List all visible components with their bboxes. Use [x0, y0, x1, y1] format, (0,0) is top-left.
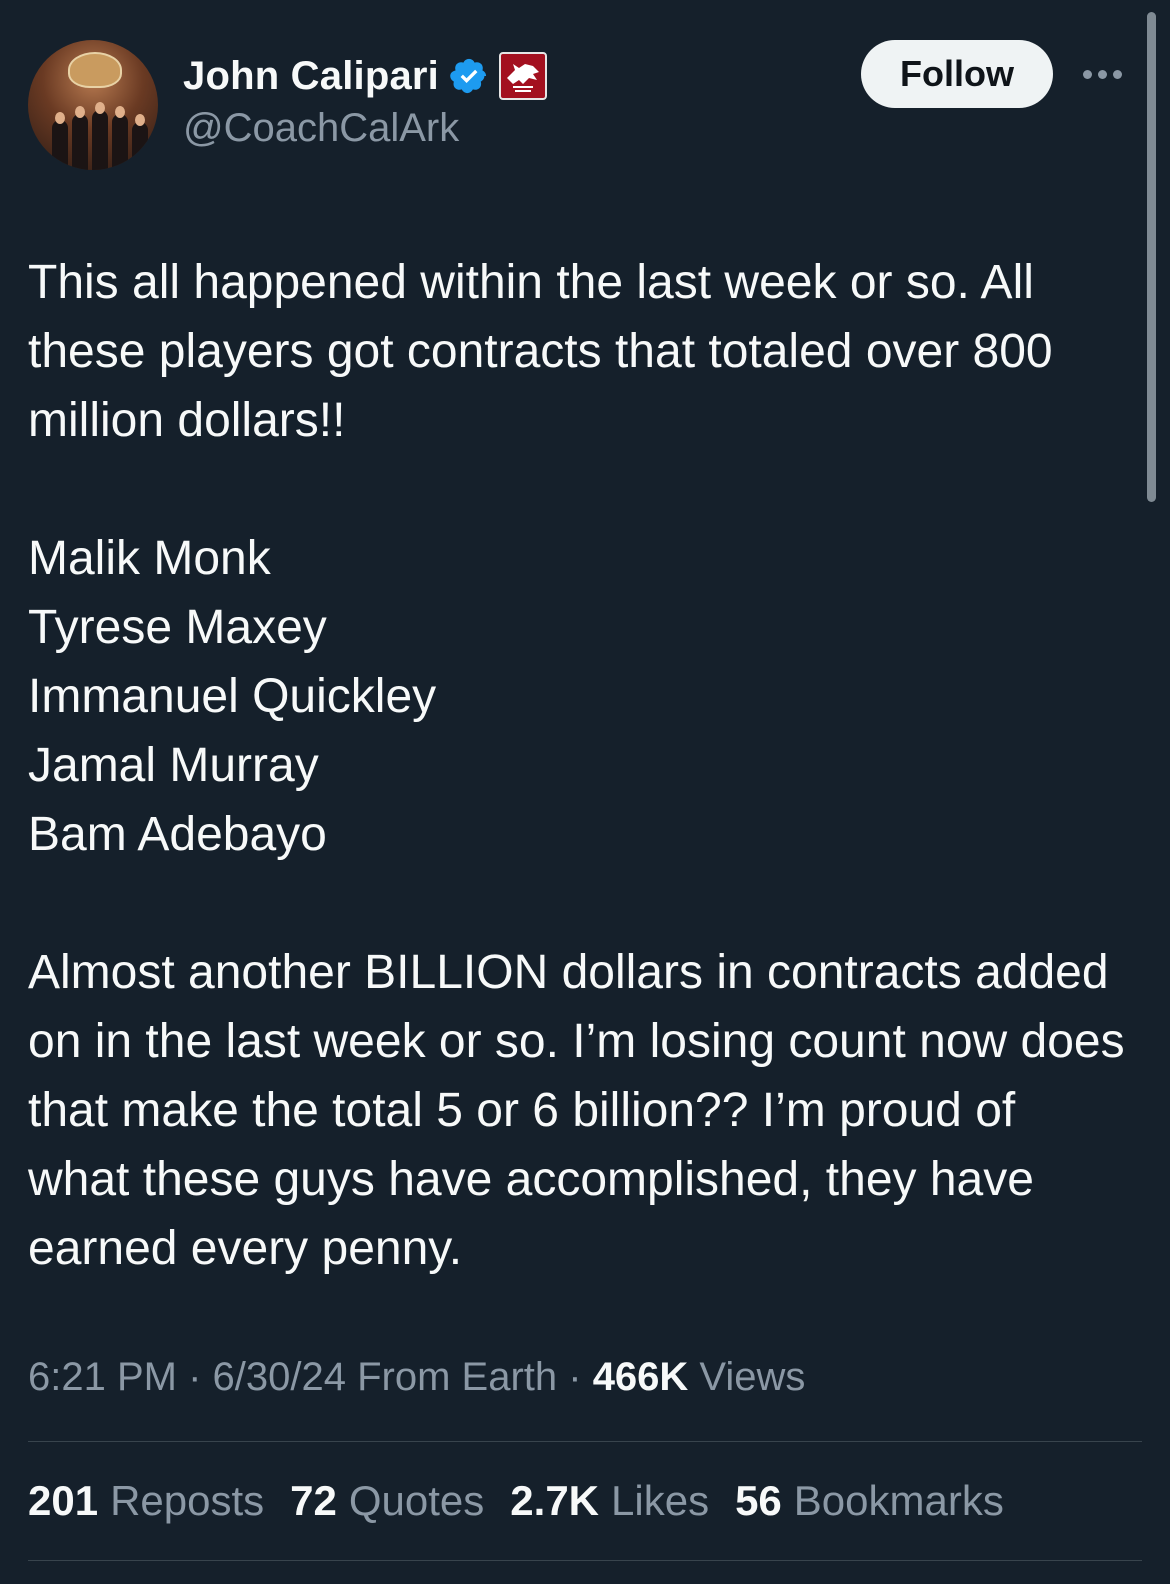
scrollbar[interactable] [1147, 12, 1156, 502]
avatar-person [92, 110, 108, 170]
separator: · [176, 1355, 213, 1399]
avatar-face [135, 114, 145, 126]
avatar-banner [68, 52, 122, 88]
dot [1098, 69, 1107, 79]
separator: · [557, 1355, 593, 1399]
avatar-face [115, 106, 125, 118]
more-options-icon[interactable] [1083, 62, 1127, 86]
author-name[interactable]: John Calipari [183, 54, 439, 99]
tweet-body: This all happened within the last week o… [28, 248, 1128, 1283]
engagement-stats: 201 Reposts 72 Quotes 2.7K Likes 56 Bookmark… [28, 1477, 1004, 1525]
views-label: Views [688, 1355, 806, 1399]
avatar-person [112, 114, 128, 170]
views-count[interactable]: 466K [593, 1355, 689, 1399]
tweet-paragraph-closing: Almost another BILLION dollars in contra… [28, 946, 1125, 1275]
player-name: Malik Monk [28, 532, 271, 585]
likes-stat[interactable]: 2.7K Likes [510, 1477, 709, 1525]
avatar-person [52, 120, 68, 170]
quotes-label: Quotes [348, 1477, 485, 1524]
likes-label: Likes [611, 1477, 710, 1524]
tweet-time[interactable]: 6:21 PM [28, 1355, 177, 1399]
tweet-paragraph-intro: This all happened within the last week o… [28, 256, 1053, 447]
dot [1113, 69, 1122, 79]
dot [1083, 69, 1092, 79]
follow-button[interactable]: Follow [861, 40, 1053, 108]
divider [28, 1560, 1142, 1561]
tweet-date[interactable]: 6/30/24 [213, 1355, 346, 1399]
divider [28, 1441, 1142, 1442]
tweet-location: From Earth [345, 1355, 558, 1399]
avatar-face [55, 112, 65, 124]
tweet-meta: 6:21 PM · 6/30/24 From Earth · 466K View… [28, 1355, 805, 1400]
reposts-label: Reposts [110, 1477, 265, 1524]
bookmarks-stat[interactable]: 56 Bookmarks [735, 1477, 1004, 1525]
player-name: Jamal Murray [28, 739, 319, 792]
razorback-badge-icon[interactable] [498, 52, 547, 100]
reposts-count: 201 [28, 1477, 99, 1524]
bookmarks-count: 56 [735, 1477, 782, 1524]
likes-count: 2.7K [510, 1477, 600, 1524]
reposts-stat[interactable]: 201 Reposts [28, 1477, 264, 1525]
avatar-person [72, 114, 88, 170]
player-name: Immanuel Quickley [28, 670, 437, 723]
avatar-person [132, 122, 148, 170]
author-handle[interactable]: @CoachCalArk [183, 106, 547, 151]
avatar-face [75, 106, 85, 118]
author-info: John Calipari @CoachCalArk [183, 52, 547, 151]
player-name: Tyrese Maxey [28, 601, 327, 654]
bookmarks-label: Bookmarks [793, 1477, 1004, 1524]
avatar[interactable] [28, 40, 158, 170]
quotes-stat[interactable]: 72 Quotes [290, 1477, 484, 1525]
tweet-header: John Calipari @CoachCalArk Follow [28, 40, 1130, 170]
quotes-count: 72 [290, 1477, 337, 1524]
player-name: Bam Adebayo [28, 808, 327, 861]
verified-check-icon [450, 58, 487, 94]
avatar-face [95, 102, 105, 114]
